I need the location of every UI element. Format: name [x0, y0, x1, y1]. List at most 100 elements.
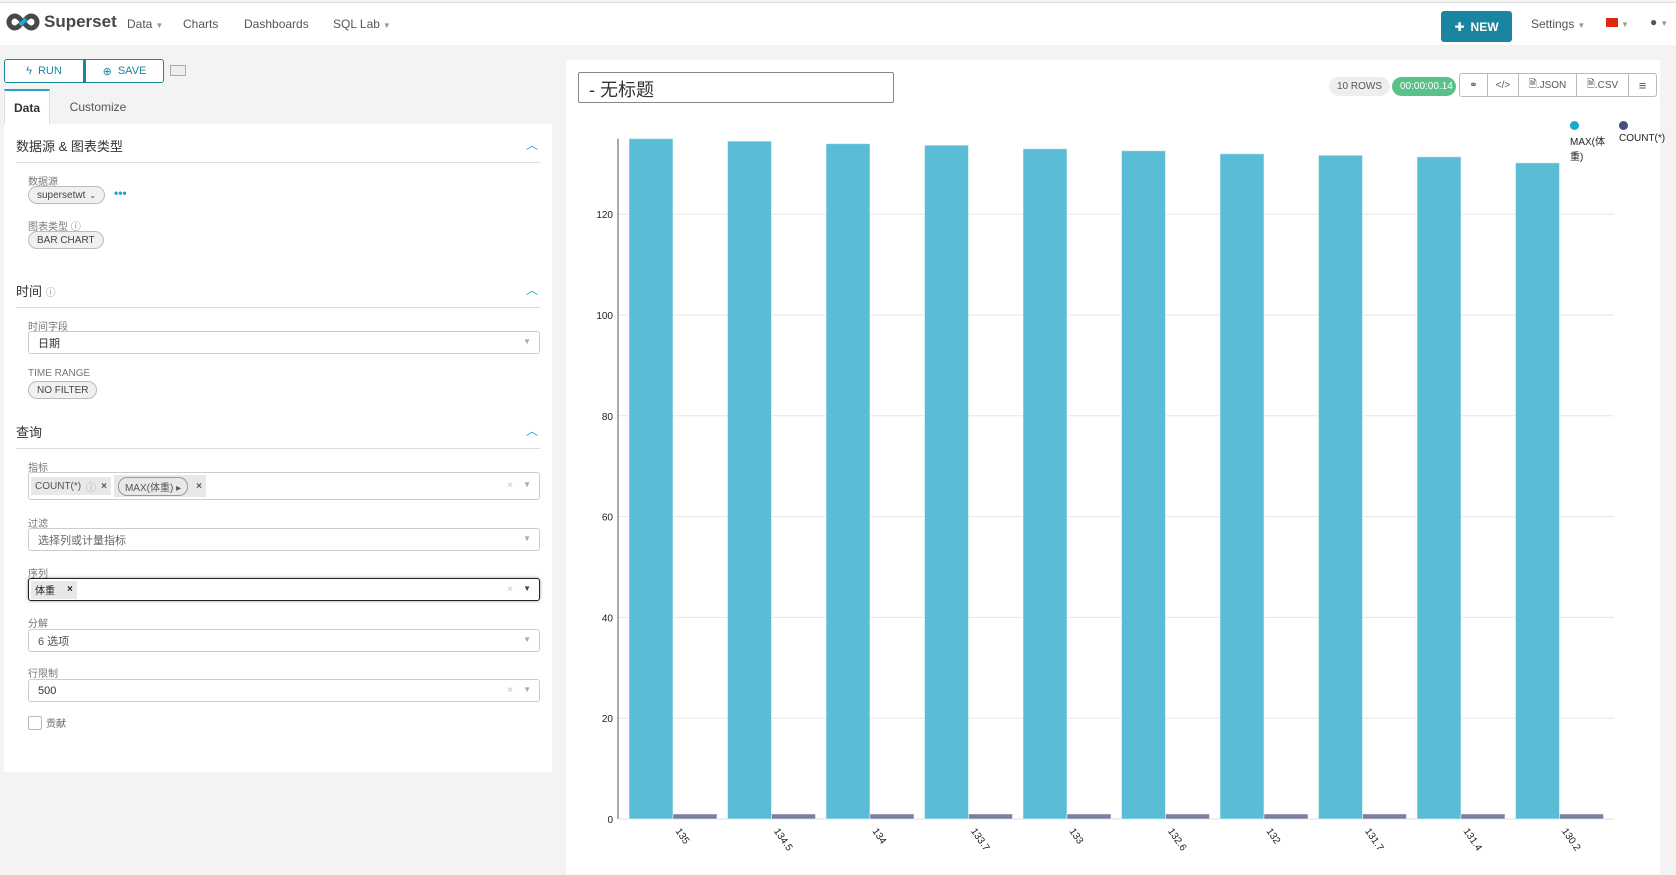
bar-count: [968, 813, 1013, 820]
y-tick-label: 40: [602, 613, 614, 624]
breakdown-select[interactable]: 6 选项 ▼: [28, 629, 540, 652]
caret-down-icon: ▼: [523, 480, 531, 489]
caret-down-icon: ▼: [523, 584, 531, 593]
nav-charts-label: Charts: [183, 17, 219, 31]
user-icon: ●: [1650, 15, 1658, 29]
section-query-header[interactable]: 查询 ︿: [16, 422, 540, 449]
save-label: SAVE: [117, 65, 147, 77]
tab-data-label: Data: [13, 101, 40, 115]
bar-count: [1263, 813, 1309, 820]
remove-icon[interactable]: ×: [67, 584, 73, 595]
chevron-up-icon[interactable]: ︿: [526, 136, 538, 153]
time-column-value: 日期: [38, 337, 60, 350]
caret-down-icon: ▼: [1660, 19, 1669, 28]
plus-circle-icon: ⊕: [102, 65, 112, 78]
nav-dashboards[interactable]: Dashboards: [244, 17, 309, 31]
time-range-pill[interactable]: NO FILTER: [28, 381, 98, 399]
bar-max: [924, 144, 969, 820]
nav-dashboards-label: Dashboards: [244, 17, 309, 31]
contribution-row: 贡献: [28, 715, 66, 730]
clear-icon[interactable]: ×: [507, 584, 513, 595]
time-range-label: TIME RANGE: [28, 368, 91, 379]
settings-label: Settings: [1531, 17, 1575, 31]
bar-max: [1121, 150, 1166, 820]
metric-tag-count[interactable]: COUNT(*) ⓘ ×: [31, 477, 111, 495]
keyboard-icon[interactable]: [170, 65, 186, 76]
new-label: NEW: [1470, 19, 1499, 34]
section-datasource-header[interactable]: 数据源 & 图表类型 ︿: [16, 136, 540, 163]
section-title: 查询: [16, 425, 43, 440]
y-tick-label: 80: [602, 412, 614, 423]
x-tick-label: 133: [1067, 826, 1086, 846]
x-tick-label: 132.6: [1165, 826, 1189, 853]
metrics-select[interactable]: COUNT(*) ⓘ × MAX(体重) ▸ × × ▼: [28, 472, 540, 500]
nav-sql-lab[interactable]: SQL Lab ▼: [333, 17, 391, 31]
contribution-label: 贡献: [46, 719, 66, 730]
bar-max: [1416, 156, 1462, 820]
language-menu[interactable]: ▼: [1606, 16, 1629, 30]
bar-count: [1165, 813, 1210, 820]
remove-icon[interactable]: ×: [101, 481, 107, 492]
new-button[interactable]: ✚ NEW: [1441, 11, 1512, 42]
tab-data[interactable]: Data: [4, 89, 50, 125]
clear-icon[interactable]: ×: [507, 685, 513, 696]
viz-type-value: BAR CHART: [37, 234, 95, 246]
filter-select[interactable]: 选择列或计量指标 ▼: [28, 528, 540, 551]
bar-count: [1066, 813, 1112, 820]
datasource-pill[interactable]: supersetwt ⌄: [28, 186, 106, 204]
bar-count: [1460, 813, 1506, 820]
x-tick-label: 133.7: [968, 826, 992, 853]
tab-customize[interactable]: Customize: [58, 89, 138, 125]
chevron-up-icon[interactable]: ︿: [526, 281, 538, 298]
y-tick-label: 100: [596, 311, 613, 322]
bolt-icon: ϟ: [26, 65, 32, 77]
section-title: 时间: [16, 284, 43, 299]
bar-max: [1318, 154, 1363, 820]
caret-down-icon: ▼: [1577, 21, 1586, 30]
caret-down-icon: ▼: [1621, 20, 1629, 29]
brand-name: Superset: [44, 12, 117, 31]
y-tick-label: 120: [596, 210, 613, 221]
bar-max: [727, 140, 772, 820]
run-label: RUN: [37, 65, 62, 77]
more-options-icon[interactable]: •••: [114, 186, 127, 200]
caret-down-icon: ▼: [523, 534, 531, 543]
nav-data[interactable]: Data ▼: [127, 17, 163, 31]
section-time-header[interactable]: 时间 ⓘ ︿: [16, 281, 540, 308]
metric-tag-max[interactable]: MAX(体重) ▸ ×: [113, 475, 206, 497]
x-tick-label: 134: [870, 826, 889, 846]
user-menu[interactable]: ● ▼: [1650, 15, 1668, 29]
save-button[interactable]: ⊕ SAVE: [84, 59, 164, 83]
time-column-select[interactable]: 日期 ▼: [28, 331, 540, 354]
bar-max: [1219, 153, 1265, 820]
help-icon: ⓘ: [86, 482, 97, 494]
row-limit-select[interactable]: 500 × ▼: [28, 679, 540, 702]
caret-down-icon: ▼: [382, 21, 391, 30]
series-tag[interactable]: 体重 ×: [31, 580, 77, 599]
series-tag-label: 体重: [35, 586, 55, 597]
bar-max: [1515, 162, 1560, 820]
navbar: Superset Data ▼ Charts Dashboards SQL Lab…: [0, 2, 1676, 45]
tab-customize-label: Customize: [69, 100, 127, 114]
superset-logo[interactable]: Superset: [6, 12, 117, 32]
viz-type-pill[interactable]: BAR CHART: [28, 231, 104, 249]
row-limit-value: 500: [38, 684, 57, 697]
series-select[interactable]: 体重 × × ▼: [28, 578, 540, 601]
contribution-checkbox[interactable]: [28, 715, 42, 730]
remove-icon[interactable]: ×: [196, 481, 202, 492]
breakdown-value: 6 选项: [38, 635, 70, 648]
x-tick-label: 134.5: [771, 826, 795, 853]
settings-menu[interactable]: Settings ▼: [1531, 17, 1585, 31]
nav-charts[interactable]: Charts: [183, 17, 218, 31]
time-range-value: NO FILTER: [37, 384, 89, 396]
chevron-up-icon[interactable]: ︿: [526, 422, 538, 439]
x-tick-label: 131.4: [1461, 826, 1485, 853]
caret-down-icon: ▼: [523, 685, 531, 694]
run-button[interactable]: ϟ RUN: [4, 59, 84, 83]
clear-icon[interactable]: ×: [507, 480, 513, 491]
caret-down-icon: ▼: [523, 337, 531, 346]
bar-chart: 0 20 40 60 80 100 120 135 134.5 134 133.7 133 132.6 1…: [596, 138, 1614, 854]
x-tick-label: 132: [1264, 826, 1283, 846]
metric-pill[interactable]: MAX(体重) ▸: [117, 476, 189, 496]
nav-sql-lab-label: SQL Lab: [333, 17, 380, 31]
